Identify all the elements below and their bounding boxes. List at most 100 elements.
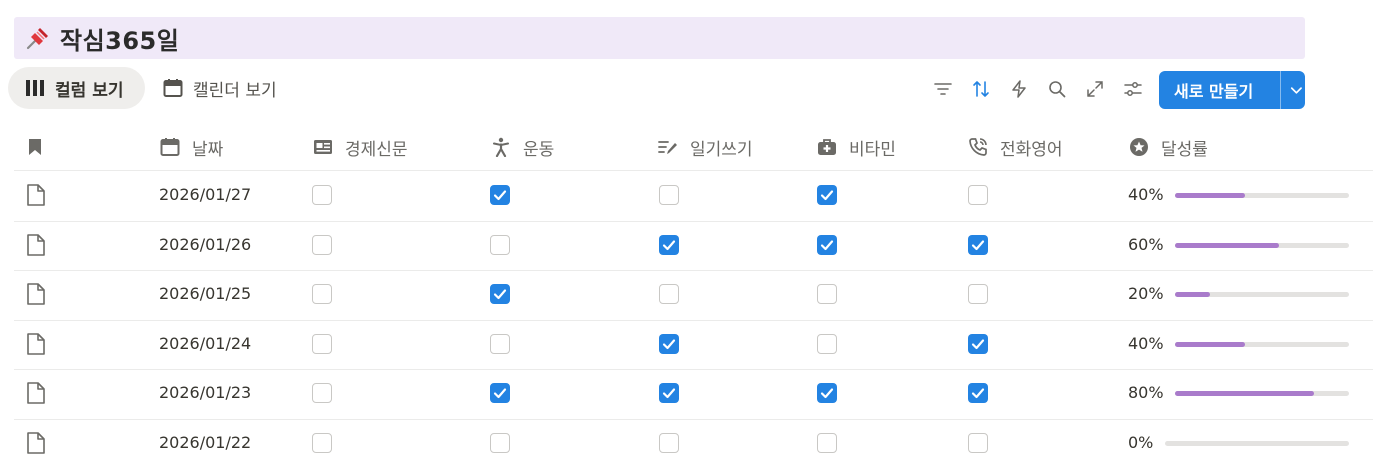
page-icon[interactable] (25, 282, 47, 306)
checkbox[interactable] (312, 433, 332, 453)
checkbox[interactable] (490, 334, 510, 354)
pen-icon (658, 141, 677, 154)
sort-icon[interactable] (971, 79, 991, 99)
header-divider (14, 170, 1373, 171)
column-header-label: 날짜 (192, 139, 224, 160)
progress-bar (1175, 243, 1349, 248)
page-icon[interactable] (25, 381, 47, 405)
checkbox[interactable] (312, 334, 332, 354)
column-header-phone-english[interactable]: 전화영어 (968, 130, 1063, 164)
checkbox[interactable] (968, 284, 988, 304)
checkmark-icon (493, 388, 507, 399)
checkbox[interactable] (312, 185, 332, 205)
checkbox[interactable] (490, 185, 510, 205)
column-header-vitamin[interactable]: 비타민 (817, 130, 896, 164)
person-icon (493, 137, 509, 157)
calendar-icon (163, 79, 183, 97)
checkmark-icon (971, 240, 985, 251)
column-header-label: 경제신문 (345, 139, 408, 160)
checkbox[interactable] (490, 284, 510, 304)
column-header-newspaper[interactable]: 경제신문 (313, 130, 408, 164)
date-cell[interactable]: 2026/01/23 (159, 383, 251, 402)
checkbox[interactable] (659, 433, 679, 453)
checkbox[interactable] (312, 284, 332, 304)
progress-fill (1175, 342, 1245, 347)
progress-bar (1175, 193, 1349, 198)
checkbox[interactable] (659, 334, 679, 354)
column-header-diary[interactable]: 일기쓰기 (658, 130, 753, 164)
page-icon[interactable] (25, 332, 47, 356)
row-divider (14, 221, 1373, 222)
checkbox[interactable] (490, 235, 510, 255)
checkbox[interactable] (312, 383, 332, 403)
rate-value: 0% (1128, 433, 1154, 452)
checkbox[interactable] (968, 334, 988, 354)
progress-fill (1175, 292, 1210, 297)
tab-label: 캘린더 보기 (193, 80, 277, 101)
checkbox[interactable] (659, 185, 679, 205)
checkbox[interactable] (817, 383, 837, 403)
page-icon[interactable] (25, 431, 47, 455)
column-header-label: 운동 (523, 139, 555, 160)
tab-column-view[interactable]: 컬럼 보기 (8, 67, 145, 109)
date-cell[interactable]: 2026/01/24 (159, 334, 251, 353)
checkmark-icon (662, 240, 676, 251)
settings-icon[interactable] (1123, 79, 1143, 99)
rate-value: 80% (1128, 383, 1164, 402)
checkbox[interactable] (968, 235, 988, 255)
checkmark-icon (493, 289, 507, 300)
row-divider (14, 419, 1373, 420)
rate-value: 20% (1128, 284, 1164, 303)
date-cell[interactable]: 2026/01/26 (159, 235, 251, 254)
phone-icon (969, 138, 987, 156)
checkmark-icon (662, 339, 676, 350)
checkbox[interactable] (968, 185, 988, 205)
search-icon[interactable] (1047, 79, 1067, 99)
checkbox[interactable] (659, 383, 679, 403)
checkbox[interactable] (817, 185, 837, 205)
checkbox[interactable] (817, 334, 837, 354)
checkbox[interactable] (659, 235, 679, 255)
checkmark-icon (493, 190, 507, 201)
row-divider (14, 270, 1373, 271)
checkmark-icon (971, 388, 985, 399)
tab-calendar-view[interactable]: 캘린더 보기 (160, 67, 300, 109)
expand-icon[interactable] (1085, 79, 1105, 99)
progress-bar (1175, 342, 1349, 347)
checkmark-icon (820, 388, 834, 399)
column-header-bookmark[interactable] (25, 130, 57, 164)
column-header-exercise[interactable]: 운동 (491, 130, 554, 164)
new-button-label: 새로 만들기 (1174, 82, 1254, 101)
chevron-down-icon[interactable] (1288, 81, 1305, 99)
checkbox[interactable] (490, 383, 510, 403)
row-divider (14, 369, 1373, 370)
checkbox[interactable] (312, 235, 332, 255)
page-icon[interactable] (25, 183, 47, 207)
column-header-rate[interactable]: 달성률 (1129, 130, 1208, 164)
column-header-label: 달성률 (1161, 139, 1208, 160)
checkbox[interactable] (968, 433, 988, 453)
checkbox[interactable] (968, 383, 988, 403)
automation-icon[interactable] (1009, 79, 1029, 99)
page-icon[interactable] (25, 233, 47, 257)
checkmark-icon (820, 190, 834, 201)
column-header-date[interactable]: 날짜 (160, 130, 223, 164)
bookmark-icon (29, 139, 41, 155)
date-cell[interactable]: 2026/01/27 (159, 185, 251, 204)
new-button[interactable]: 새로 만들기 (1159, 71, 1305, 109)
pushpin-icon (26, 28, 48, 50)
checkbox[interactable] (817, 433, 837, 453)
calendar-icon (160, 138, 180, 156)
medkit-icon (818, 139, 836, 155)
checkbox[interactable] (490, 433, 510, 453)
date-cell[interactable]: 2026/01/22 (159, 433, 251, 452)
date-cell[interactable]: 2026/01/25 (159, 284, 251, 303)
filter-icon[interactable] (933, 79, 953, 99)
tab-label: 컬럼 보기 (55, 80, 124, 101)
newspaper-icon (314, 140, 332, 154)
checkbox[interactable] (817, 284, 837, 304)
columns-icon (26, 80, 44, 96)
checkmark-icon (820, 240, 834, 251)
checkbox[interactable] (659, 284, 679, 304)
checkbox[interactable] (817, 235, 837, 255)
